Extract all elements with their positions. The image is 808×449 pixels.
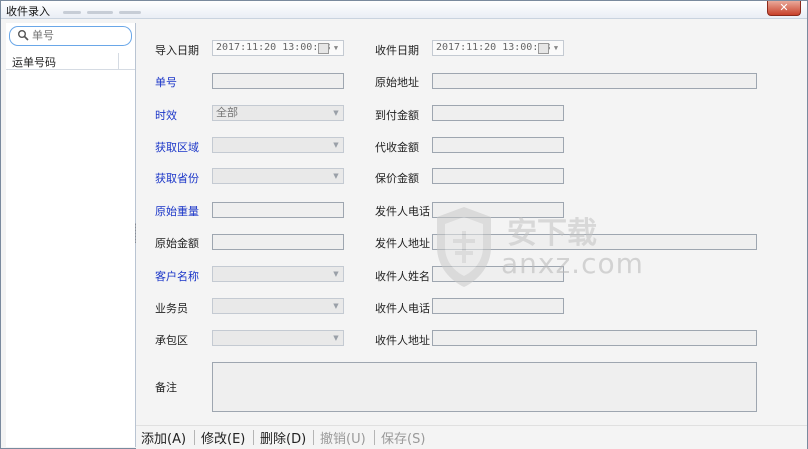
toolbar-separator [313,430,314,445]
receiver-address-field[interactable] [432,330,757,346]
calendar-icon[interactable] [318,43,329,54]
delete-button[interactable]: 删除(D) [260,428,306,447]
receiver-phone-field[interactable] [432,298,564,314]
watermark: 安下载 anxz.com [429,203,659,293]
main-window: 收件录入 ✕ 运单号码 导入日期 2017:11:20 13:00:08 [0,0,808,449]
origin-amount-field[interactable] [212,234,344,250]
salesperson-label: 业务员 [155,302,188,315]
close-button[interactable]: ✕ [767,1,801,16]
window-title: 收件录入 [6,5,50,18]
undo-button[interactable]: 撤销(U) [320,428,366,447]
search-input[interactable] [32,29,122,42]
contract-area-label: 承包区 [155,334,188,347]
sender-phone-label: 发件人电话 [375,205,430,218]
column-header-waybill[interactable]: 运单号码 [12,54,56,70]
list-header: 运单号码 [6,53,135,70]
chevron-down-icon[interactable]: ▼ [331,267,341,281]
origin-address-field[interactable] [432,73,757,89]
order-no-label: 单号 [155,76,177,89]
edit-button[interactable]: 修改(E) [201,428,245,447]
chevron-down-icon[interactable]: ▼ [331,331,341,345]
sender-address-label: 发件人地址 [375,237,430,250]
pickup-province-label: 获取省份 [155,172,199,185]
title-tabs-placeholder [63,4,223,16]
receive-date-value: 2017:11:20 13:00:08 [436,42,551,53]
search-icon [18,30,29,41]
cod-arrival-label: 到付金额 [375,109,419,122]
column-divider[interactable] [118,53,119,69]
salesperson-select[interactable]: ▼ [212,298,344,314]
receive-date-label: 收件日期 [375,44,419,57]
collection-amount-field[interactable] [432,137,564,153]
customer-name-select[interactable]: ▼ [212,266,344,282]
watermark-text: anxz.com [501,247,644,280]
chevron-down-icon[interactable]: ▼ [331,138,341,152]
import-date-label: 导入日期 [155,44,199,57]
save-button[interactable]: 保存(S) [381,428,425,447]
chevron-down-icon[interactable]: ▼ [331,41,341,55]
entry-form: 导入日期 2017:11:20 13:00:08 ▼ 收件日期 2017:11:… [136,23,807,425]
collection-amount-label: 代收金额 [375,141,419,154]
cod-arrival-field[interactable] [432,105,564,121]
toolbar-separator [194,430,195,445]
search-box[interactable] [9,26,132,46]
insured-amount-label: 保价金额 [375,172,419,185]
origin-amount-label: 原始金额 [155,237,199,250]
order-no-field[interactable] [212,73,344,89]
import-date-picker[interactable]: 2017:11:20 13:00:08 ▼ [212,40,344,56]
chevron-down-icon[interactable]: ▼ [331,169,341,183]
calendar-icon[interactable] [538,43,549,54]
chevron-down-icon[interactable]: ▼ [331,106,341,120]
origin-weight-label: 原始重量 [155,205,199,218]
chevron-down-icon[interactable]: ▼ [331,299,341,313]
timeliness-value: 全部 [216,106,238,119]
pickup-area-select[interactable]: ▼ [212,137,344,153]
receive-date-picker[interactable]: 2017:11:20 13:00:08 ▼ [432,40,564,56]
origin-address-label: 原始地址 [375,76,419,89]
origin-weight-field[interactable] [212,202,344,218]
order-list-panel: 运单号码 [6,23,136,447]
toolbar-separator [253,430,254,445]
add-button[interactable]: 添加(A) [141,428,186,447]
timeliness-label: 时效 [155,109,177,122]
receiver-name-label: 收件人姓名 [375,270,430,283]
customer-name-label: 客户名称 [155,270,199,283]
contract-area-select[interactable]: ▼ [212,330,344,346]
receiver-address-label: 收件人地址 [375,334,430,347]
svg-text:安下载: 安下载 [507,216,597,251]
receiver-phone-label: 收件人电话 [375,302,430,315]
insured-amount-field[interactable] [432,168,564,184]
remark-textarea[interactable] [212,362,757,412]
remark-label: 备注 [155,381,177,394]
timeliness-select[interactable]: 全部 ▼ [212,105,344,121]
pickup-province-select[interactable]: ▼ [212,168,344,184]
toolbar-separator [374,430,375,445]
chevron-down-icon[interactable]: ▼ [551,41,561,55]
import-date-value: 2017:11:20 13:00:08 [216,42,331,53]
close-icon: ✕ [779,1,789,14]
bottom-toolbar: 添加(A) 修改(E) 删除(D) 撤销(U) 保存(S) [136,425,807,449]
title-bar: 收件录入 ✕ [1,1,807,19]
pickup-area-label: 获取区域 [155,141,199,154]
